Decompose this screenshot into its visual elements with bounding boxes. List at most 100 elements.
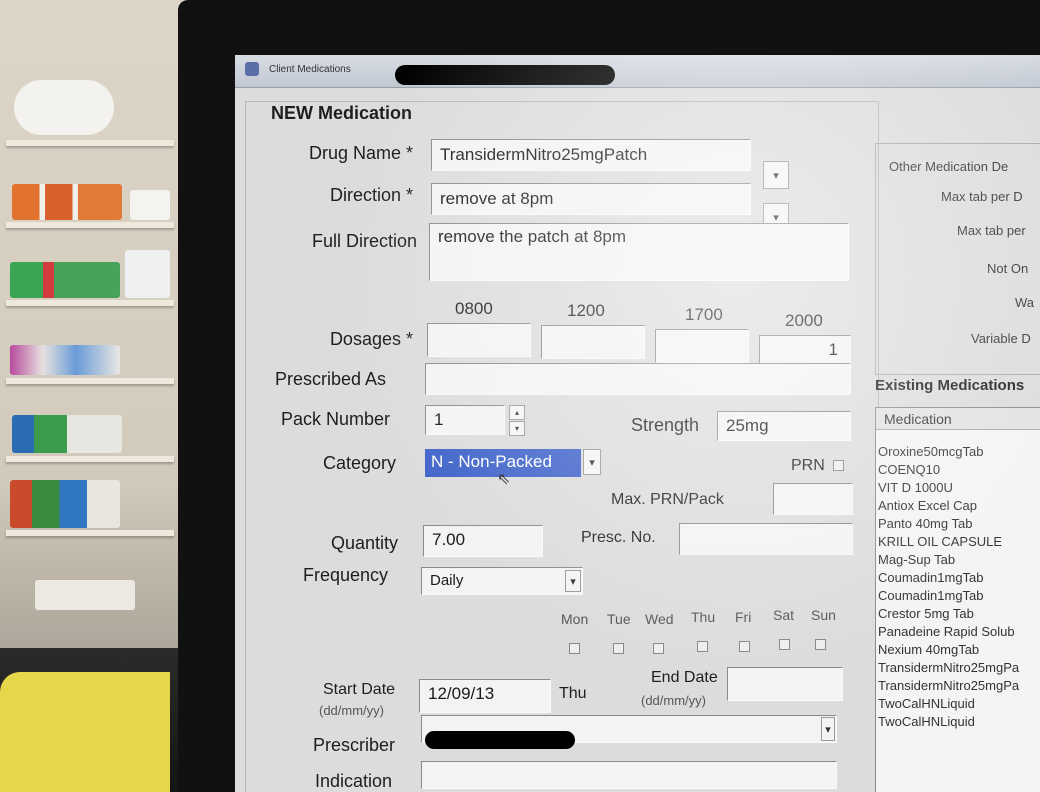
list-item[interactable]: Mag-Sup Tab (878, 552, 955, 567)
mouse-pointer-icon: ⇖ (497, 471, 511, 488)
shelf (6, 140, 174, 146)
end-date-label: End Date (651, 669, 718, 686)
max-prn-field[interactable] (773, 483, 853, 515)
full-direction-textarea[interactable]: remove the patch at 8pm (429, 223, 849, 281)
other-details-row: Max tab per (957, 223, 1026, 238)
day-label: Mon (561, 611, 589, 627)
dose-time-header: 1700 (685, 305, 723, 324)
product (10, 345, 120, 375)
window-title: Client Medications (269, 64, 351, 75)
list-item[interactable]: Antiox Excel Cap (878, 498, 977, 513)
product (12, 415, 122, 453)
list-item[interactable]: COENQ10 (878, 462, 940, 477)
start-date-format: (dd/mm/yy) (319, 703, 384, 718)
list-item[interactable]: Panto 40mg Tab (878, 516, 972, 531)
dose-1200-field[interactable] (541, 325, 645, 359)
presc-no-label: Presc. No. (581, 529, 656, 546)
presc-no-field[interactable] (679, 523, 853, 555)
other-details-row: Max tab per D (941, 189, 1023, 204)
app-icon (245, 62, 259, 76)
max-prn-label: Max. PRN/Pack (611, 491, 724, 508)
day-label: Thu (691, 609, 716, 625)
indication-field[interactable] (421, 761, 837, 789)
shelf (6, 530, 174, 536)
list-item[interactable]: VIT D 1000U (878, 480, 953, 495)
product (125, 250, 170, 298)
end-date-field[interactable] (727, 667, 843, 701)
day-label: Fri (735, 609, 752, 625)
frequency-label: Frequency (303, 565, 389, 585)
window-titlebar: Client Medications (235, 55, 1040, 88)
existing-medications-title: Existing Medications (875, 377, 1025, 394)
quantity-label: Quantity (331, 533, 399, 553)
day-checkbox-fri[interactable] (739, 641, 750, 652)
frequency-dropdown[interactable]: ▾ (565, 570, 581, 592)
dose-time-header: 1200 (567, 301, 605, 320)
pack-number-down[interactable]: ▾ (509, 421, 525, 436)
prescribed-as-field[interactable] (425, 363, 851, 395)
prescriber-label: Prescriber (313, 735, 396, 755)
list-item[interactable]: Nexium 40mgTab (878, 642, 979, 657)
list-item[interactable]: TransidermNitro25mgPa (878, 678, 1019, 693)
shelf (6, 456, 174, 462)
product (130, 190, 170, 220)
product (14, 80, 114, 135)
other-details-row: Variable D (971, 331, 1031, 346)
list-item[interactable]: TransidermNitro25mgPa (878, 660, 1019, 675)
prn-checkbox[interactable] (833, 460, 844, 471)
strength-field[interactable]: 25mg (717, 411, 851, 441)
monitor-screen: Client Medications NEW Medication Drug N… (235, 55, 1040, 792)
dose-time-header: 0800 (455, 299, 493, 318)
redaction-bar (425, 731, 575, 749)
start-date-label: Start Date (323, 681, 396, 698)
category-dropdown[interactable]: ▾ (583, 449, 601, 475)
list-item[interactable]: TwoCalHNLiquid (878, 696, 975, 711)
existing-medications-list[interactable]: Medication Oroxine50mcgTab COENQ10 VIT D… (875, 407, 1040, 792)
direction-field[interactable]: remove at 8pm (431, 183, 751, 215)
frequency-select[interactable]: Daily (421, 567, 583, 595)
pack-number-field[interactable]: 1 (425, 405, 505, 435)
start-date-field[interactable]: 12/09/13 (419, 679, 551, 713)
product (10, 480, 120, 528)
day-checkbox-tue[interactable] (613, 643, 624, 654)
strength-label: Strength (631, 415, 700, 435)
day-checkbox-sat[interactable] (779, 639, 790, 650)
list-item[interactable]: KRILL OIL CAPSULE (878, 534, 1002, 549)
list-item[interactable]: TwoCalHNLiquid (878, 714, 975, 729)
section-title: NEW Medication (271, 103, 413, 123)
full-direction-label: Full Direction (311, 231, 417, 251)
other-details-row: Wa (1015, 295, 1035, 310)
list-item[interactable]: Crestor 5mg Tab (878, 606, 974, 621)
list-item[interactable]: Panadeine Rapid Solub (878, 624, 1015, 639)
redaction-bar (395, 65, 615, 85)
shelf (6, 378, 174, 384)
end-date-format: (dd/mm/yy) (641, 693, 706, 708)
medication-column-header[interactable]: Medication (876, 408, 1040, 430)
shelf (6, 300, 174, 306)
dose-time-header: 2000 (785, 311, 823, 330)
dose-0800-field[interactable] (427, 323, 531, 357)
dose-1700-field[interactable] (655, 329, 749, 363)
day-checkbox-sun[interactable] (815, 639, 826, 650)
quantity-field[interactable]: 7.00 (423, 525, 543, 557)
pack-number-label: Pack Number (281, 409, 391, 429)
product (35, 580, 135, 610)
day-checkbox-thu[interactable] (697, 641, 708, 652)
drug-name-dropdown[interactable]: ▾ (763, 161, 789, 189)
day-checkbox-mon[interactable] (569, 643, 580, 654)
list-item[interactable]: Coumadin1mgTab (878, 570, 984, 585)
counter-surface (0, 672, 170, 792)
other-details-row: Not On (987, 261, 1029, 276)
list-item[interactable]: Coumadin1mgTab (878, 588, 984, 603)
prescriber-dropdown[interactable]: ▾ (821, 717, 835, 741)
category-label: Category (323, 453, 397, 473)
start-weekday: Thu (559, 685, 587, 702)
product (12, 184, 122, 220)
drug-name-field[interactable]: TransidermNitro25mgPatch (431, 139, 751, 171)
prescribed-as-label: Prescribed As (275, 369, 387, 389)
pack-number-up[interactable]: ▴ (509, 405, 525, 420)
day-label: Tue (607, 611, 631, 627)
list-item[interactable]: Oroxine50mcgTab (878, 444, 984, 459)
product (10, 262, 120, 298)
day-checkbox-wed[interactable] (653, 643, 664, 654)
